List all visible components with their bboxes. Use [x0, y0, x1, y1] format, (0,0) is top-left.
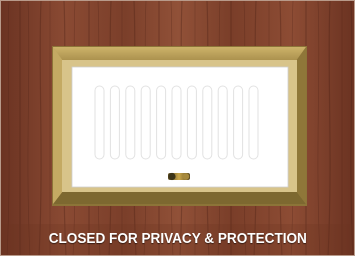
louvre-panel: [71, 66, 289, 188]
louvre-slat: [109, 85, 120, 160]
louvre-slat: [94, 85, 105, 160]
wooden-door-with-viewing-window: [1, 1, 354, 255]
louvre-slat: [217, 85, 228, 160]
door-photo: CLOSED FOR PRIVACY & PROTECTION: [0, 0, 355, 256]
louvre-slat: [140, 85, 151, 160]
caption-bar: CLOSED FOR PRIVACY & PROTECTION: [1, 222, 354, 255]
door-knob-icon: [168, 172, 190, 181]
louvre-slat: [186, 85, 197, 160]
louvre-slat: [171, 85, 182, 160]
louvre-slat: [233, 85, 244, 160]
louvre-slat: [125, 85, 136, 160]
caption: CLOSED FOR PRIVACY & PROTECTION: [48, 230, 307, 247]
louvre-slat: [156, 85, 167, 160]
louvre-slat: [202, 85, 213, 160]
louvre-slat: [248, 85, 259, 160]
